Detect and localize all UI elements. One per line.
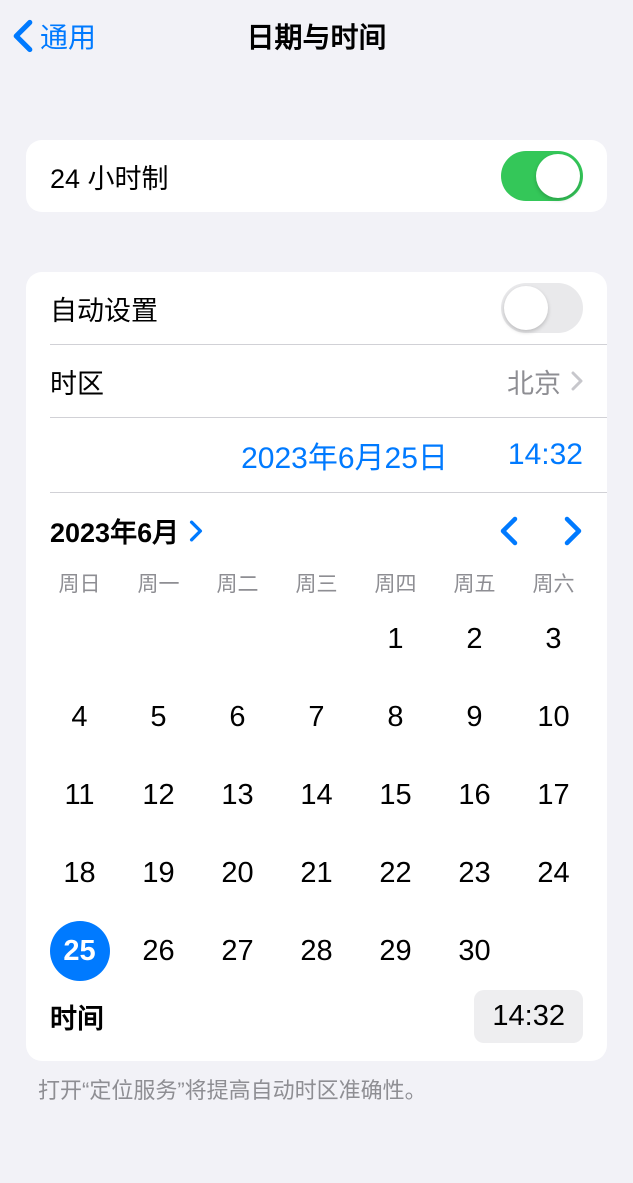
calendar-day[interactable]: 29 [356, 912, 435, 990]
calendar-day[interactable]: 23 [435, 834, 514, 912]
weekday-label: 周一 [119, 554, 198, 600]
toggle-auto-set[interactable] [501, 283, 583, 333]
calendar-day[interactable]: 6 [198, 678, 277, 756]
calendar-day[interactable]: 4 [40, 678, 119, 756]
calendar-empty [198, 600, 277, 678]
calendar-empty [40, 600, 119, 678]
prev-month-button[interactable] [499, 516, 519, 546]
calendar-day[interactable]: 10 [514, 678, 593, 756]
calendar-day[interactable]: 24 [514, 834, 593, 912]
time-picker[interactable]: 14:32 [474, 990, 583, 1043]
calendar-day[interactable]: 16 [435, 756, 514, 834]
chevron-left-icon [12, 19, 34, 53]
calendar-day[interactable]: 21 [277, 834, 356, 912]
weekday-label: 周五 [435, 554, 514, 600]
card-settings: 自动设置 时区 北京 2023年6月25日 14:32 2023年6月 周日周一… [26, 272, 607, 1061]
footnote: 打开“定位服务”将提高自动时区准确性。 [0, 1061, 633, 1117]
time-label: 时间 [50, 997, 104, 1036]
weekday-label: 周四 [356, 554, 435, 600]
calendar-day[interactable]: 5 [119, 678, 198, 756]
calendar-day[interactable]: 30 [435, 912, 514, 990]
toggle-knob [504, 286, 548, 330]
row-timezone[interactable]: 时区 北京 [26, 345, 607, 417]
calendar-empty [277, 600, 356, 678]
calendar-day[interactable]: 20 [198, 834, 277, 912]
calendar-day[interactable]: 9 [435, 678, 514, 756]
weekday-label: 周六 [514, 554, 593, 600]
calendar-day[interactable]: 12 [119, 756, 198, 834]
toggle-24-hour[interactable] [501, 151, 583, 201]
next-month-button[interactable] [563, 516, 583, 546]
label-timezone: 时区 [50, 362, 104, 401]
calendar-day[interactable]: 2 [435, 600, 514, 678]
label-24-hour: 24 小时制 [50, 157, 169, 196]
value-timezone: 北京 [507, 362, 561, 401]
calendar-day[interactable]: 3 [514, 600, 593, 678]
calendar-day[interactable]: 26 [119, 912, 198, 990]
calendar-day[interactable]: 7 [277, 678, 356, 756]
chevron-right-icon [571, 371, 583, 391]
month-picker[interactable]: 2023年6月 [50, 511, 203, 550]
back-label: 通用 [40, 16, 96, 56]
calendar-day[interactable]: 14 [277, 756, 356, 834]
calendar-day[interactable]: 28 [277, 912, 356, 990]
page-title: 日期与时间 [246, 16, 386, 56]
calendar-days: 1234567891011121314151617181920212223242… [26, 600, 607, 990]
calendar-day[interactable]: 1 [356, 600, 435, 678]
calendar-day[interactable]: 13 [198, 756, 277, 834]
calendar-day[interactable]: 18 [40, 834, 119, 912]
calendar-day[interactable]: 25 [40, 912, 119, 990]
chevron-right-icon [189, 520, 203, 542]
date-display[interactable]: 2023年6月25日 [241, 433, 448, 477]
card-24-hour: 24 小时制 [26, 140, 607, 212]
weekday-label: 周日 [40, 554, 119, 600]
weekday-label: 周二 [198, 554, 277, 600]
toggle-knob [536, 154, 580, 198]
weekday-label: 周三 [277, 554, 356, 600]
month-label: 2023年6月 [50, 511, 179, 550]
calendar-day[interactable]: 11 [40, 756, 119, 834]
calendar-day[interactable]: 19 [119, 834, 198, 912]
calendar-day[interactable]: 8 [356, 678, 435, 756]
calendar-day[interactable]: 15 [356, 756, 435, 834]
calendar-day[interactable]: 22 [356, 834, 435, 912]
calendar-day[interactable]: 27 [198, 912, 277, 990]
back-button[interactable]: 通用 [12, 16, 96, 56]
time-display[interactable]: 14:32 [508, 438, 583, 472]
label-auto-set: 自动设置 [50, 289, 158, 328]
calendar-weekdays: 周日周一周二周三周四周五周六 [26, 554, 607, 600]
calendar-day[interactable]: 17 [514, 756, 593, 834]
calendar-empty [119, 600, 198, 678]
